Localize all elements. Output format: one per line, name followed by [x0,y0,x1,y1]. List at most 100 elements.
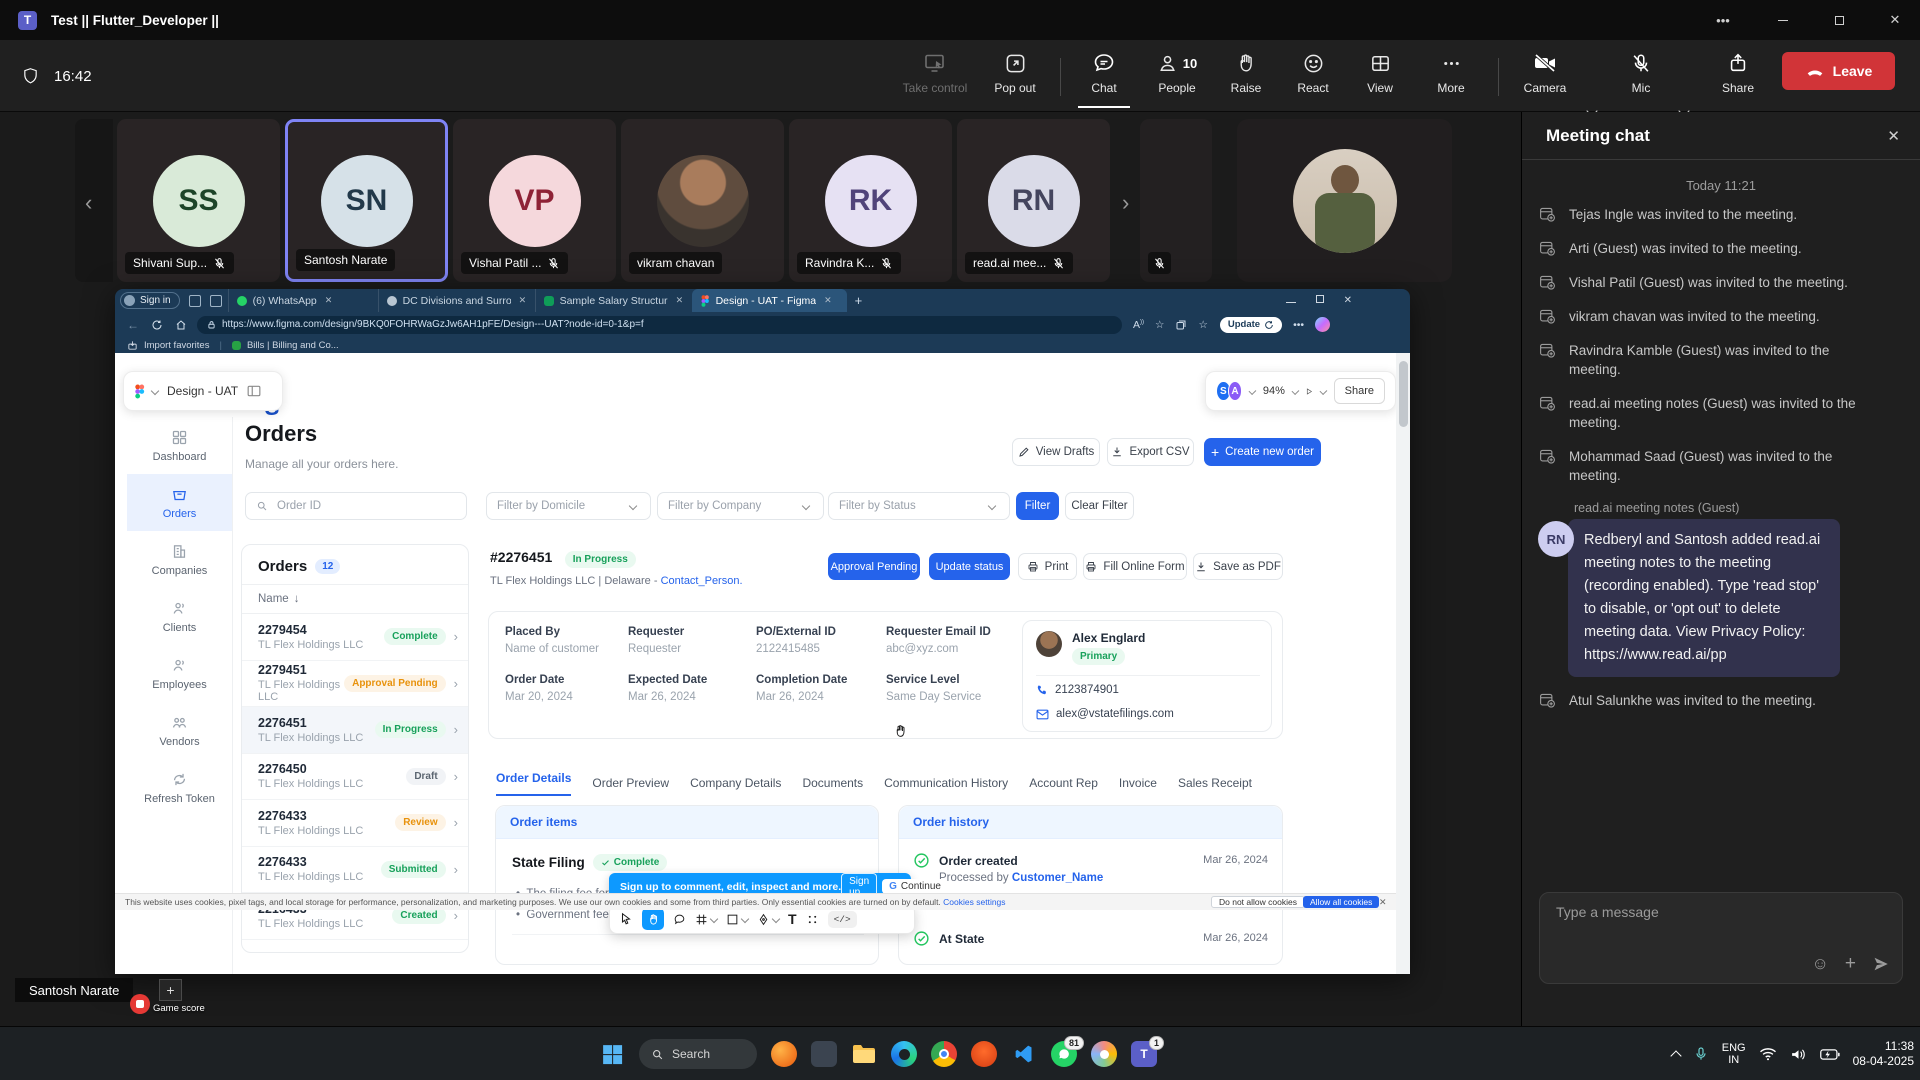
people-button[interactable]: 10 People [1146,48,1208,108]
battery-icon[interactable] [1820,1048,1840,1061]
tab-sales-receipt[interactable]: Sales Receipt [1178,776,1252,790]
video-tile[interactable]: VP Vishal Patil ... [453,119,616,282]
back-icon[interactable]: ← [127,318,139,332]
browser-tab-active[interactable]: Design - UAT - Figma✕ [692,289,847,312]
teams-icon[interactable]: T1 [1131,1041,1157,1067]
frame-tool[interactable] [695,913,717,926]
sort-arrow-icon[interactable]: ↓ [294,593,300,605]
present-play-icon[interactable] [1305,386,1313,397]
figma-logo-icon[interactable] [134,384,145,399]
chrome-icon[interactable] [931,1041,957,1067]
collections-icon[interactable] [1175,319,1187,331]
text-tool-icon[interactable]: T [788,911,797,927]
clear-filter-button[interactable]: Clear Filter [1065,492,1134,520]
contact-person-link[interactable]: Contact_Person. [661,575,743,587]
create-new-order-button[interactable]: +Create new order [1204,438,1321,466]
camera-button[interactable]: Camera [1516,48,1574,108]
tab-account-rep[interactable]: Account Rep [1029,776,1098,790]
spotlight-video-tile[interactable] [1237,119,1452,282]
google-continue-button[interactable]: GContinue [882,879,948,894]
present-chevron-icon[interactable] [1320,387,1327,394]
close-button[interactable]: ✕ [1872,0,1918,40]
order-row[interactable]: 2279454TL Flex Holdings LLC Complete› [242,614,468,661]
more-button[interactable]: More [1428,48,1474,108]
tab-close-icon[interactable]: ✕ [676,295,684,306]
column-name[interactable]: Name [258,593,289,605]
minimize-button[interactable] [1760,0,1806,40]
tab-documents[interactable]: Documents [802,776,863,790]
leave-button[interactable]: Leave [1782,52,1895,90]
tab-order-preview[interactable]: Order Preview [592,776,669,790]
filter-domicile-select[interactable]: Filter by Domicile [486,492,651,520]
overlay-plus-button[interactable]: + [159,979,182,1001]
wifi-icon[interactable] [1759,1047,1777,1061]
order-row-selected[interactable]: 2276451TL Flex Holdings LLC In Progress› [242,707,468,754]
file-explorer-icon[interactable] [851,1041,877,1067]
cookies-settings-link[interactable]: Cookies settings [943,897,1005,907]
favorites-star-icon[interactable]: ☆ [1155,319,1164,331]
figma-menu-chevron-icon[interactable] [151,387,159,395]
bills-bookmark[interactable]: Bills | Billing and Co... [247,340,339,351]
shape-tool[interactable] [726,913,748,926]
export-csv-button[interactable]: Export CSV [1107,438,1194,466]
browser-tab[interactable]: DC Divisions and Surroundings✕ [378,289,535,312]
home-icon[interactable] [175,319,187,331]
fill-online-form-button[interactable]: Fill Online Form [1083,553,1187,580]
browser-close-icon[interactable]: ✕ [1344,295,1352,306]
cookie-close-icon[interactable]: ✕ [1379,897,1387,908]
zoom-chevron-icon[interactable] [1291,387,1298,394]
view-drafts-button[interactable]: View Drafts [1012,438,1100,466]
pop-out-button[interactable]: Pop out [985,48,1045,108]
allow-cookies-button[interactable]: Allow all cookies [1303,896,1379,908]
tab-close-icon[interactable]: ✕ [824,295,832,306]
volume-icon[interactable] [1790,1047,1807,1062]
figma-share-button[interactable]: Share [1334,378,1385,404]
scroll-left-chevron-icon[interactable]: ‹ [85,190,92,216]
video-tile-active-speaker[interactable]: SN Santosh Narate [285,119,448,282]
approval-pending-button[interactable]: Approval Pending [828,553,920,580]
scroll-right-chevron-icon[interactable]: › [1122,190,1129,216]
update-status-button[interactable]: Update status [929,553,1010,580]
titlebar-more-icon[interactable]: ••• [1700,0,1746,40]
url-field[interactable]: https://www.figma.com/design/9BKQ0FOHRWa… [197,316,1122,334]
workspaces-icon[interactable] [210,295,222,307]
attach-plus-icon[interactable]: + [1845,953,1856,975]
chat-message-input[interactable] [1554,903,1854,921]
zoom-level[interactable]: 94% [1263,385,1285,397]
refresh-icon[interactable] [151,319,163,331]
emoji-icon[interactable]: ☺ [1812,954,1829,974]
layout-panels-icon[interactable] [247,385,261,397]
video-tile[interactable]: vikram chavan [621,119,784,282]
taskbar-clock[interactable]: 11:3808-04-2025 [1853,1039,1914,1069]
start-button-icon[interactable] [600,1042,625,1067]
sidebar-item-vendors[interactable]: Vendors [127,702,232,759]
save-as-pdf-button[interactable]: Save as PDF [1193,553,1283,580]
browser-more-icon[interactable]: ••• [1293,319,1304,331]
browser-signin-button[interactable]: Sign in [120,292,180,309]
sidebar-item-refresh-token[interactable]: Refresh Token [127,759,232,816]
order-row[interactable]: 2276433TL Flex Holdings LLC Review› [242,800,468,847]
tab-invoice[interactable]: Invoice [1119,776,1157,790]
browser-profile-icon[interactable] [1091,1041,1117,1067]
firefox-icon[interactable] [771,1041,797,1067]
browser-tab[interactable]: Sample Salary Structure with calc✕ [535,289,692,312]
dev-mode-icon[interactable]: </> [828,911,857,928]
contact-email[interactable]: alex@vstatefilings.com [1056,708,1174,720]
view-button[interactable]: View [1358,48,1402,108]
send-icon[interactable] [1872,955,1890,973]
tray-mic-icon[interactable] [1693,1046,1709,1062]
video-tile[interactable]: RK Ravindra K... [789,119,952,282]
tiles-left-paddle[interactable] [75,119,113,282]
pen-tool[interactable] [757,913,779,926]
sidebar-item-companies[interactable]: Companies [127,531,232,588]
order-id-input[interactable] [275,499,435,513]
page-scrollbar[interactable] [1396,353,1410,974]
browser-maximize-icon[interactable] [1316,295,1324,306]
browser-minimize-icon[interactable] [1286,295,1296,306]
edge-icon[interactable] [891,1041,917,1067]
brave-icon[interactable] [971,1041,997,1067]
filter-company-select[interactable]: Filter by Company [657,492,824,520]
tab-order-details[interactable]: Order Details [496,771,571,796]
sidebar-item-clients[interactable]: Clients [127,588,232,645]
filter-button[interactable]: Filter [1016,492,1059,520]
